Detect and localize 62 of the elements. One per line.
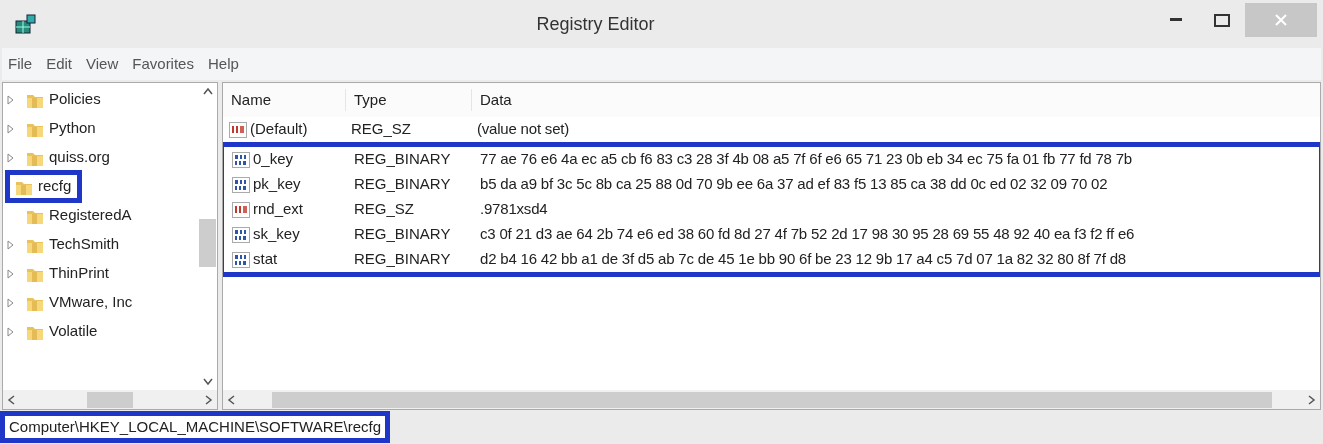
- menu-item[interactable]: Help: [207, 52, 239, 76]
- value-data: (value not set): [476, 119, 570, 140]
- value-data: 77 ae 76 e6 4a ec a5 cb f6 83 c3 28 3f 4b 08 a5 7f 6f e6 65 71 23 0b eb 34 ec 75 fa 01 fb 77 fd 78 7b: [479, 149, 1132, 170]
- value-type: REG_BINARY: [353, 149, 452, 170]
- menu-item[interactable]: File: [8, 52, 33, 76]
- menu-item[interactable]: Edit: [46, 52, 73, 76]
- horizontal-scrollbar[interactable]: [3, 390, 217, 409]
- value-name[interactable]: pk_key: [253, 173, 301, 196]
- value-data: d2 b4 16 42 bb a1 de 3f d5 ab 7c de 45 1e bb 90 6f be 23 12 9b 17 a4 c5 7d 07 1a 82 32 80 8f 7f d8: [479, 249, 1126, 270]
- column-header[interactable]: Type: [345, 88, 471, 112]
- value-type: REG_BINARY: [353, 224, 452, 245]
- expand-arrow-icon[interactable]: [7, 239, 14, 250]
- menu-item[interactable]: View: [86, 52, 119, 76]
- status-bar-path: Computer\HKEY_LOCAL_MACHINE\SOFTWARE\recfg: [0, 411, 391, 443]
- expand-arrow-icon[interactable]: [7, 297, 14, 308]
- binary-value-icon: [232, 226, 250, 243]
- tree-item[interactable]: ThinPrint: [49, 262, 110, 285]
- string-value-icon: [229, 121, 247, 138]
- binary-value-icon: [232, 176, 250, 193]
- scroll-thumb[interactable]: [87, 391, 133, 408]
- close-icon: [1275, 14, 1287, 26]
- value-data: c3 0f 21 d3 ae 64 2b 74 e6 ed 38 60 fd 8d 27 4f 7b 52 2d 17 98 30 95 28 69 55 48 92 40 ea f3 f2 ff e6: [479, 224, 1135, 245]
- value-name[interactable]: (Default): [250, 118, 308, 141]
- tree-item[interactable]: Python: [49, 117, 96, 140]
- tree-item[interactable]: TechSmith: [49, 233, 120, 256]
- value-name[interactable]: stat: [253, 248, 278, 271]
- window-title: Registry Editor: [536, 13, 655, 34]
- binary-value-icon: [232, 151, 250, 168]
- menu-item[interactable]: Favorites: [132, 52, 194, 76]
- column-header[interactable]: Name: [223, 88, 345, 112]
- tree-item[interactable]: VMware, Inc: [49, 291, 133, 314]
- expand-arrow-icon[interactable]: [7, 94, 14, 105]
- value-type: REG_SZ: [353, 199, 415, 220]
- expand-arrow-icon[interactable]: [7, 326, 14, 337]
- tree-item[interactable]: Policies: [49, 88, 101, 111]
- minimize-icon: [1170, 18, 1182, 22]
- value-name[interactable]: sk_key: [253, 223, 300, 246]
- value-data: b5 da a9 bf 3c 5c 8b ca 25 88 0d 70 9b ee 6a 37 ad ef 83 f5 13 85 ca 38 dd 0c ed 02 32 09 70 02: [479, 174, 1108, 195]
- scroll-right-icon[interactable]: [205, 394, 213, 405]
- value-data: .9781xsd4: [479, 199, 548, 220]
- horizontal-scrollbar[interactable]: [223, 390, 1320, 409]
- scroll-left-icon[interactable]: [7, 394, 15, 405]
- expand-arrow-icon[interactable]: [7, 268, 14, 279]
- tree-item[interactable]: Volatile: [49, 320, 98, 343]
- scroll-right-icon[interactable]: [1308, 394, 1316, 405]
- string-value-icon: [232, 201, 250, 218]
- value-type: REG_BINARY: [353, 249, 452, 270]
- scroll-left-icon[interactable]: [227, 394, 235, 405]
- maximize-icon: [1214, 13, 1230, 27]
- column-header[interactable]: Data: [471, 88, 1320, 112]
- scroll-thumb[interactable]: [199, 219, 216, 267]
- value-name[interactable]: 0_key: [253, 148, 294, 171]
- binary-value-icon: [232, 251, 250, 268]
- scroll-thumb[interactable]: [271, 391, 1272, 408]
- value-type: REG_BINARY: [353, 174, 452, 195]
- value-type: REG_SZ: [350, 119, 412, 140]
- expand-arrow-icon[interactable]: [7, 123, 14, 134]
- registry-cubes-icon: [14, 13, 38, 35]
- value-name[interactable]: rnd_ext: [253, 198, 304, 221]
- expand-arrow-icon[interactable]: [7, 152, 14, 163]
- tree-item[interactable]: quiss.org: [49, 146, 110, 169]
- tree-item[interactable]: RegisteredA: [49, 204, 132, 227]
